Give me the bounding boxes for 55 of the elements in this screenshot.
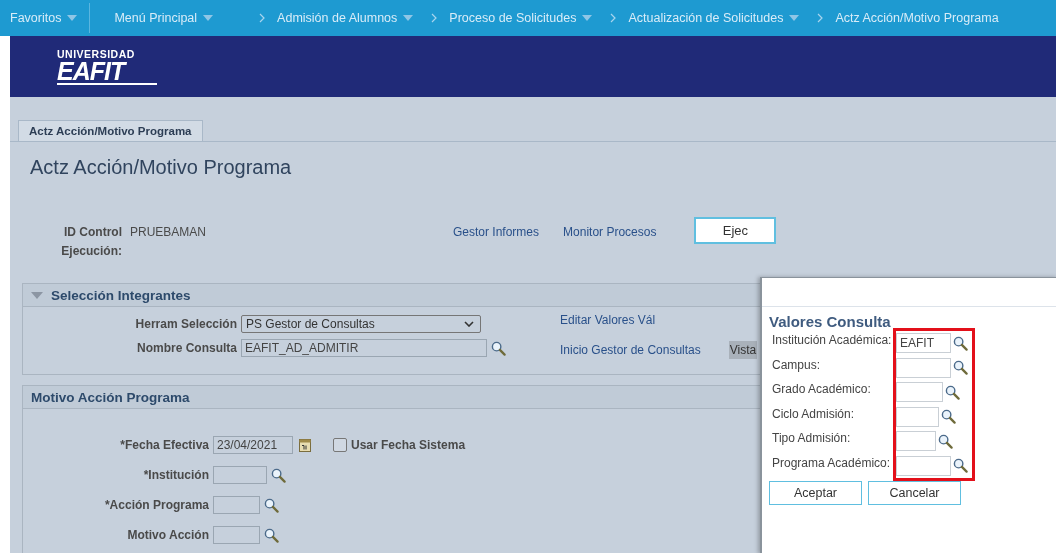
field-label: Programa Académico: bbox=[772, 454, 892, 472]
field-label: Campus: bbox=[772, 356, 822, 374]
logo-text: UNIVERSIDAD bbox=[57, 48, 135, 60]
input-field[interactable] bbox=[213, 496, 260, 514]
page-tab[interactable]: Actz Acción/Motivo Programa bbox=[18, 120, 203, 141]
field-label: Motivo Acción bbox=[126, 528, 210, 542]
logo-wordmark: EAFIT bbox=[57, 59, 125, 82]
dialog-button[interactable]: Cancelar bbox=[868, 481, 961, 505]
search-icon[interactable] bbox=[264, 497, 279, 513]
link[interactable]: Gestor Informes bbox=[453, 223, 540, 242]
search-icon[interactable] bbox=[938, 433, 953, 449]
field-label: *Fecha Efectiva bbox=[119, 438, 210, 452]
page-title: Actz Acción/Motivo Programa bbox=[30, 156, 293, 179]
link[interactable]: Monitor Procesos bbox=[563, 223, 657, 242]
search-icon[interactable] bbox=[945, 384, 960, 400]
field-value: PRUEBAMAN bbox=[130, 224, 207, 241]
input-field[interactable]: EAFIT bbox=[896, 333, 951, 354]
field-label: *Institución bbox=[142, 468, 210, 482]
input-field[interactable] bbox=[213, 466, 267, 484]
link[interactable]: Editar Valores Vál bbox=[560, 313, 758, 327]
search-icon[interactable] bbox=[953, 458, 968, 474]
field-label: ID Control Ejecución: bbox=[60, 224, 123, 260]
search-icon[interactable] bbox=[953, 335, 968, 351]
field-label: Institución Académica: bbox=[772, 332, 893, 349]
search-icon[interactable] bbox=[941, 409, 956, 425]
date-field[interactable]: 23/04/2021 bbox=[213, 436, 293, 454]
input-field[interactable]: EAFIT_AD_ADMITIR bbox=[241, 339, 487, 357]
search-icon[interactable] bbox=[953, 360, 968, 376]
field-label: Grado Académico: bbox=[772, 381, 872, 398]
dialog-title: Valores Consulta bbox=[769, 313, 892, 330]
input-field[interactable] bbox=[896, 382, 943, 403]
link[interactable]: Inicio Gestor de Consultas bbox=[560, 343, 701, 357]
field-label: Ciclo Admisión: bbox=[772, 405, 856, 423]
view-button[interactable]: Vista bbox=[728, 341, 758, 359]
section-title: Motivo Acción Programa bbox=[31, 389, 190, 405]
dropdown-field[interactable]: PS Gestor de Consultas bbox=[241, 315, 481, 333]
input-field[interactable] bbox=[896, 431, 936, 452]
search-icon[interactable] bbox=[271, 467, 286, 483]
field-label: Nombre Consulta bbox=[136, 341, 238, 355]
input-field[interactable] bbox=[213, 526, 260, 544]
input-field[interactable] bbox=[896, 406, 939, 427]
input-field[interactable] bbox=[896, 357, 951, 378]
field-label: Tipo Admisión: bbox=[772, 430, 852, 447]
chevron-down-icon bbox=[464, 321, 474, 327]
section-title: Selección Integrantes bbox=[51, 287, 191, 303]
search-icon[interactable] bbox=[491, 340, 506, 356]
field-label: Herram Selección bbox=[134, 317, 238, 331]
calendar-icon[interactable] bbox=[299, 438, 311, 452]
checkbox-label: Usar Fecha Sistema bbox=[351, 438, 466, 452]
field-label: *Acción Programa bbox=[103, 498, 210, 512]
checkbox[interactable] bbox=[333, 438, 347, 452]
run-button[interactable]: Ejec bbox=[694, 217, 777, 244]
input-field[interactable] bbox=[896, 455, 951, 476]
search-icon[interactable] bbox=[264, 527, 279, 543]
dialog-button[interactable]: Aceptar bbox=[769, 481, 862, 505]
